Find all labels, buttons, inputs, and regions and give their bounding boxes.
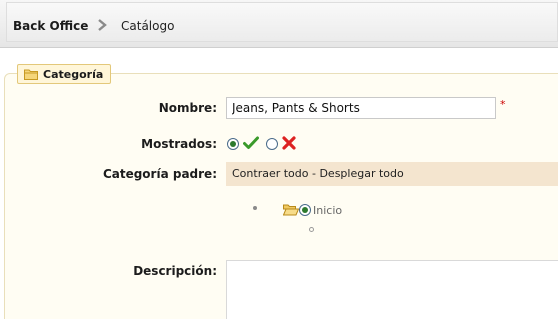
description-label: Descripción: bbox=[133, 264, 217, 278]
parent-category-label: Categoría padre: bbox=[102, 167, 217, 181]
tree-bullet bbox=[253, 206, 257, 210]
name-field[interactable] bbox=[226, 97, 496, 119]
legend-title: Categoría bbox=[43, 67, 104, 81]
chevron-right-icon bbox=[98, 19, 107, 31]
breadcrumb: Back Office Catálogo bbox=[6, 2, 558, 42]
description-editor[interactable] bbox=[226, 260, 558, 319]
name-label: Nombre: bbox=[158, 101, 217, 115]
tree-item-radio[interactable] bbox=[299, 204, 311, 216]
cross-icon bbox=[282, 136, 296, 150]
tree-item-label[interactable]: Inicio bbox=[313, 204, 342, 217]
breadcrumb-root-link[interactable]: Back Office bbox=[13, 19, 88, 33]
shown-yes-radio[interactable] bbox=[227, 138, 239, 150]
tree-toolbar: Contraer todo - Desplegar todo bbox=[226, 162, 558, 186]
top-bar: Back Office Catálogo bbox=[0, 0, 558, 48]
breadcrumb-current: Catálogo bbox=[121, 19, 175, 33]
shown-no-radio[interactable] bbox=[266, 138, 278, 150]
required-marker: * bbox=[500, 98, 506, 111]
check-icon bbox=[243, 136, 259, 149]
folder-icon bbox=[24, 69, 38, 80]
collapse-expand-links[interactable]: Contraer todo - Desplegar todo bbox=[232, 167, 404, 180]
tree-child-marker bbox=[309, 227, 314, 232]
folder-open-icon bbox=[283, 204, 299, 216]
shown-label: Mostrados: bbox=[141, 137, 217, 151]
fieldset-legend: Categoría bbox=[17, 64, 112, 84]
